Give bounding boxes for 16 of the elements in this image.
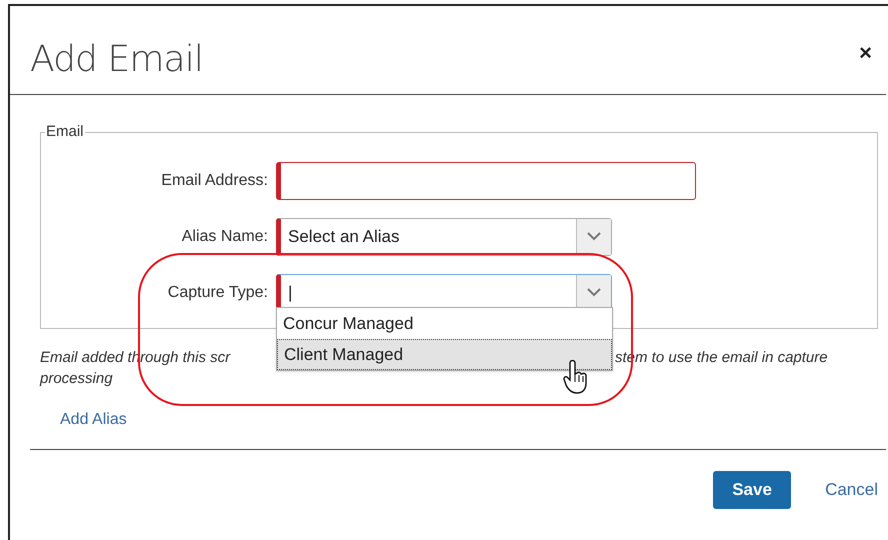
note-text: processing — [40, 369, 113, 389]
dialog-title: Add Email — [30, 38, 203, 82]
select-field[interactable]: Select an Alias — [276, 218, 612, 256]
close-button[interactable]: × — [859, 42, 872, 64]
dropdown-option[interactable]: Client Managed — [277, 339, 612, 370]
chevron-down-icon — [587, 288, 601, 297]
fieldset-legend: Email — [45, 121, 85, 144]
field-label: Alias Name: — [180, 226, 269, 246]
field-label: Email Address: — [160, 170, 269, 190]
email-input-field[interactable] — [276, 162, 696, 200]
chevron-down-icon — [587, 232, 601, 241]
field-label: Capture Type: — [166, 282, 269, 302]
cancel-link[interactable]: Cancel — [825, 477, 878, 503]
save-button[interactable]: Save — [713, 471, 792, 509]
add-alias-link[interactable]: Add Alias — [60, 408, 127, 432]
dropdown-option[interactable]: Concur Managed — [277, 308, 612, 339]
